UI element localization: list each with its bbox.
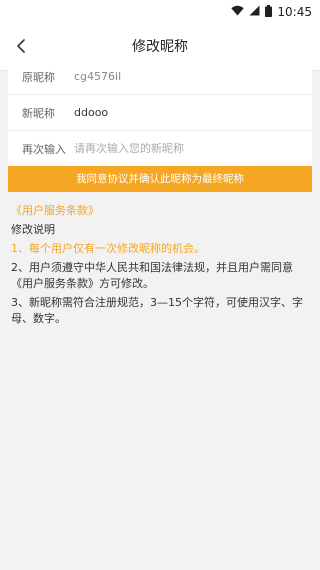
chevron-left-icon — [16, 38, 26, 57]
terms-of-service-link[interactable]: 《用户服务条款》 — [11, 202, 99, 218]
signal-icon — [249, 5, 260, 19]
nickname-form: 原昵称 cg4576il 新昵称 再次输入 — [8, 59, 312, 166]
instructions-title: 修改说明 — [11, 223, 55, 236]
original-nickname-row: 原昵称 cg4576il — [8, 59, 312, 95]
battery-icon — [265, 4, 273, 20]
confirm-nickname-label: 再次输入 — [22, 142, 66, 156]
new-nickname-label: 新昵称 — [22, 106, 55, 120]
original-nickname-label: 原昵称 — [22, 70, 55, 84]
new-nickname-row: 新昵称 — [8, 95, 312, 131]
confirm-nickname-row: 再次输入 — [8, 131, 312, 166]
wifi-icon — [231, 5, 245, 19]
instruction-item: 3、新昵称需符合注册规范，3—15个字符，可使用汉字、字母、数字。 — [11, 296, 303, 325]
status-bar: 10:45 — [0, 0, 320, 24]
status-time: 10:45 — [277, 5, 312, 19]
confirm-nickname-input[interactable] — [74, 138, 312, 159]
original-nickname-value: cg4576il — [74, 70, 122, 83]
status-icons: 10:45 — [231, 0, 312, 24]
agree-confirm-button[interactable]: 我同意协议并确认此昵称为最终昵称 — [8, 166, 312, 192]
instruction-item: 1、每个用户仅有一次修改昵称的机会。 — [11, 242, 205, 255]
instruction-item: 2、用户须遵守中华人民共和国法律法规，并且用户需同意《用户服务条款》方可修改。 — [11, 261, 293, 290]
instructions: 修改说明 1、每个用户仅有一次修改昵称的机会。 2、用户须遵守中华人民共和国法律… — [11, 222, 309, 330]
new-nickname-input[interactable] — [74, 102, 312, 123]
back-button[interactable] — [6, 32, 36, 62]
